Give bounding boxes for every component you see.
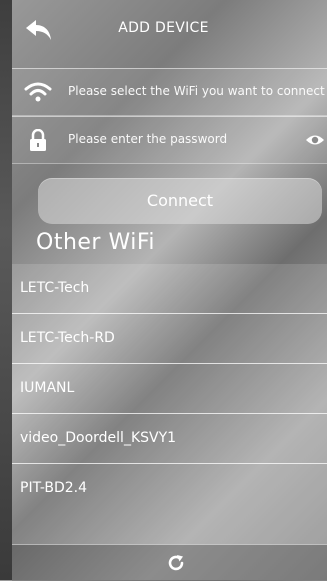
wifi-icon <box>24 82 52 102</box>
wifi-list-item[interactable]: LETC-Tech <box>12 264 327 314</box>
wifi-list-item[interactable]: LETC-Tech-RD <box>12 314 327 364</box>
connect-button[interactable]: Connect <box>38 178 322 224</box>
wifi-list-item[interactable]: IUMANL <box>12 364 327 414</box>
other-wifi-list: LETC-Tech LETC-Tech-RD IUMANL video_Door… <box>12 264 327 544</box>
password-field[interactable]: Please enter the password <box>12 116 327 164</box>
footer-bar <box>12 544 327 581</box>
wifi-select-placeholder: Please select the WiFi you want to conne… <box>68 84 327 98</box>
eye-icon[interactable] <box>305 133 325 147</box>
refresh-icon[interactable] <box>167 554 185 572</box>
header: ADD DEVICE <box>0 0 327 58</box>
left-edge <box>0 0 12 580</box>
password-placeholder: Please enter the password <box>68 132 228 146</box>
wifi-list-item[interactable]: video_Doordell_KSVY1 <box>12 414 327 464</box>
page-title: ADD DEVICE <box>118 20 209 36</box>
other-wifi-title: Other WiFi <box>36 230 156 255</box>
wifi-list-item[interactable]: PIT-BD2.4 <box>12 464 327 513</box>
wifi-select-field[interactable]: Please select the WiFi you want to conne… <box>12 68 327 116</box>
lock-icon <box>30 129 46 151</box>
